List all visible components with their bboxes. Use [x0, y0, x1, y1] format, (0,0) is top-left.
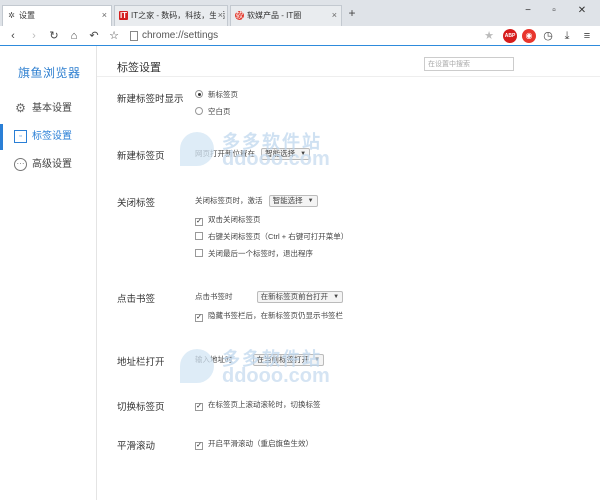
- search-input[interactable]: [424, 57, 514, 71]
- sidebar: 旗鱼浏览器 ⚙ 基本设置 ▫ 标签设置 ··· 高级设置: [0, 46, 97, 500]
- close-tab-activate-select[interactable]: 智能选择 ▼: [268, 195, 318, 207]
- tab-ithome[interactable]: IT IT之家 - 数码，科技，生活 ×: [114, 5, 228, 26]
- sidebar-item-label: 标签设置: [32, 131, 72, 142]
- settings-main: 标签设置 新建标签时显示 新标签页 空白页 新建标签页 网页打开新位置在 智能选…: [97, 46, 600, 500]
- select-value: 在新标签页前台打开: [260, 292, 329, 301]
- back-button[interactable]: ‹: [6, 29, 20, 43]
- option-label: 在标签页上滚动滚轮时，切换标签: [208, 400, 321, 409]
- tab-title: 软媒产品 - IT圈: [247, 11, 302, 20]
- gear-icon: ✲: [8, 11, 15, 20]
- sidebar-item-label: 基本设置: [32, 103, 72, 114]
- select-value: 智能选择: [265, 149, 296, 158]
- brand-title: 旗鱼浏览器: [18, 66, 81, 80]
- section-label-switch-tab: 切换标签页: [117, 402, 165, 413]
- checkbox[interactable]: [195, 249, 203, 257]
- menu-icon[interactable]: ≡: [580, 29, 594, 43]
- checkbox-close-last-exit[interactable]: 关闭最后一个标签时，退出程序: [195, 248, 313, 260]
- refresh-button[interactable]: ↻: [47, 29, 61, 43]
- gear-icon: ⚙: [15, 101, 26, 115]
- extension-icon[interactable]: ◉: [522, 29, 536, 43]
- tab-title: IT之家 - 数码，科技，生活: [131, 11, 226, 20]
- ruanmei-icon: 软: [235, 11, 244, 20]
- sidebar-item-advanced[interactable]: ··· 高级设置: [0, 152, 97, 178]
- tab-strip: ✲ 设置 × IT IT之家 - 数码，科技，生活 × 软 软媒产品 - IT圈…: [0, 0, 600, 27]
- bookmark-open-select[interactable]: 在新标签页前台打开 ▼: [256, 291, 344, 303]
- checkbox[interactable]: ✓: [195, 218, 203, 226]
- radio-new-tab-page[interactable]: 新标签页: [195, 89, 238, 101]
- option-text: 点击书签时: [195, 292, 233, 301]
- checkbox-double-click-close[interactable]: ✓ 双击关闭标签页: [195, 214, 261, 226]
- bookmark-star-icon[interactable]: ☆: [107, 29, 121, 43]
- sidebar-item-tabs[interactable]: ▫ 标签设置: [0, 124, 97, 150]
- new-tab-position-row: 网页打开新位置在 智能选择 ▼: [195, 148, 311, 160]
- favorite-star-icon[interactable]: ★: [484, 29, 494, 43]
- section-label-close-tab: 关闭标签: [117, 198, 156, 209]
- radio-button[interactable]: [195, 90, 203, 98]
- option-label: 新标签页: [208, 90, 238, 99]
- adblock-icon[interactable]: ABP: [503, 29, 517, 43]
- tab-window-icon: ▫: [14, 130, 27, 143]
- close-icon[interactable]: ×: [332, 6, 337, 25]
- tab-settings[interactable]: ✲ 设置 ×: [2, 5, 112, 27]
- option-text: 网页打开新位置在: [195, 149, 255, 158]
- section-label-address-open: 地址栏打开: [117, 357, 165, 368]
- more-dots-icon: ···: [14, 158, 27, 171]
- maximize-button[interactable]: ▫: [542, 4, 566, 18]
- minimize-button[interactable]: −: [516, 4, 540, 18]
- option-label: 关闭最后一个标签时，退出程序: [208, 249, 313, 258]
- home-button[interactable]: ⌂: [67, 29, 81, 43]
- page-title: 标签设置: [117, 62, 161, 74]
- page-icon: [130, 31, 138, 41]
- new-tab-button[interactable]: +: [345, 6, 359, 20]
- option-text: 关闭标签页时，激活: [195, 196, 263, 205]
- checkbox[interactable]: ✓: [195, 314, 203, 322]
- address-bar[interactable]: chrome://settings ★: [127, 28, 497, 44]
- caret-down-icon: ▼: [333, 294, 340, 300]
- checkbox[interactable]: ✓: [195, 442, 203, 450]
- close-window-button[interactable]: ✕: [570, 4, 594, 18]
- divider: [97, 76, 600, 77]
- sidebar-item-basic[interactable]: ⚙ 基本设置: [0, 96, 97, 122]
- address-open-row: 输入地址时 在当前标签打开 ▼: [195, 354, 325, 366]
- checkbox-wheel-switch[interactable]: ✓ 在标签页上滚动滚轮时，切换标签: [195, 399, 321, 411]
- section-label-smooth-scroll: 平滑滚动: [117, 441, 156, 452]
- option-text: 输入地址时: [195, 355, 233, 364]
- forward-button[interactable]: ›: [27, 29, 41, 43]
- caret-down-icon: ▼: [307, 198, 314, 204]
- new-tab-position-select[interactable]: 智能选择 ▼: [261, 148, 311, 160]
- option-label: 右键关闭标签页（Ctrl + 右键可打开菜单）: [208, 232, 349, 241]
- option-label: 开启平滑滚动（重启旗鱼生效）: [208, 439, 313, 448]
- checkbox[interactable]: ✓: [195, 403, 203, 411]
- history-clock-icon[interactable]: ◷: [541, 29, 555, 43]
- bookmark-open-row: 点击书签时 在新标签页前台打开 ▼: [195, 291, 344, 303]
- checkbox-bookmark-bar[interactable]: ✓ 隐藏书签栏后，在新标签页仍显示书签栏: [195, 310, 343, 322]
- option-label: 空白页: [208, 107, 231, 116]
- select-value: 智能选择: [272, 196, 303, 205]
- radio-blank-page[interactable]: 空白页: [195, 106, 231, 118]
- tab-title: 设置: [19, 11, 35, 20]
- section-label-bookmark: 点击书签: [117, 294, 156, 305]
- checkbox-right-click-close[interactable]: 右键关闭标签页（Ctrl + 右键可打开菜单）: [195, 231, 348, 243]
- caret-down-icon: ▼: [300, 151, 307, 157]
- close-icon[interactable]: ×: [102, 6, 107, 25]
- download-icon[interactable]: ⤓: [560, 29, 574, 43]
- address-open-select[interactable]: 在当前标签打开 ▼: [252, 354, 325, 366]
- caret-down-icon: ▼: [314, 357, 321, 363]
- sidebar-item-label: 高级设置: [32, 159, 72, 170]
- ithome-icon: IT: [119, 11, 128, 20]
- undo-close-button[interactable]: ↶: [87, 29, 101, 43]
- option-label: 隐藏书签栏后，在新标签页仍显示书签栏: [208, 311, 343, 320]
- toolbar: ‹ › ↻ ⌂ ↶ ☆ chrome://settings ★ ABP ◉ ◷ …: [0, 26, 600, 46]
- radio-button[interactable]: [195, 107, 203, 115]
- section-label-new-tab-show: 新建标签时显示: [117, 94, 184, 105]
- checkbox-smooth-scroll[interactable]: ✓ 开启平滑滚动（重启旗鱼生效）: [195, 438, 313, 450]
- close-tab-activate-row: 关闭标签页时，激活 智能选择 ▼: [195, 195, 318, 207]
- close-icon[interactable]: ×: [215, 6, 223, 25]
- select-value: 在当前标签打开: [256, 355, 310, 364]
- tab-ruanmei[interactable]: 软 软媒产品 - IT圈 ×: [230, 5, 342, 26]
- section-label-new-tab-page: 新建标签页: [117, 151, 165, 162]
- address-url: chrome://settings: [142, 30, 219, 41]
- checkbox[interactable]: [195, 232, 203, 240]
- option-label: 双击关闭标签页: [208, 215, 261, 224]
